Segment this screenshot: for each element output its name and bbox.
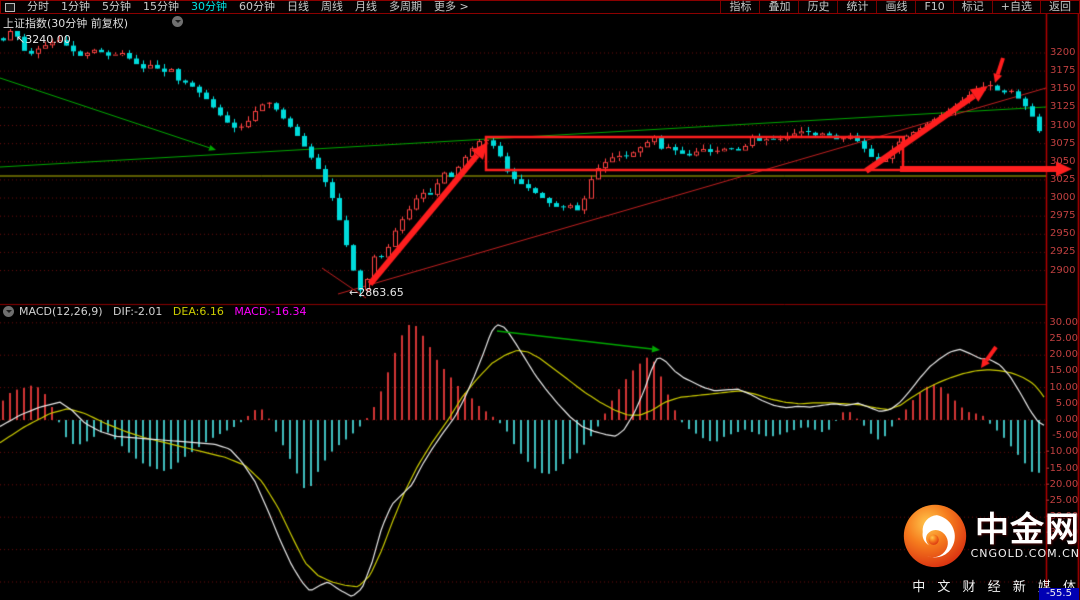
timeframe-item-分时[interactable]: 分时 (21, 1, 55, 13)
macd-tick-30.00: 30.00 (1046, 317, 1078, 328)
macd-macd-value: MACD:-16.34 (234, 305, 306, 318)
timeframe-item-更多 >[interactable]: 更多 > (428, 1, 475, 13)
timeframe-item-月线[interactable]: 月线 (349, 1, 383, 13)
macd-tick-15.00: 15.00 (1046, 365, 1078, 376)
window-icon[interactable] (5, 3, 15, 12)
tool-item-叠加[interactable]: 叠加 (759, 1, 798, 13)
timeframe-item-多周期[interactable]: 多周期 (383, 1, 428, 13)
macd-tick-20.00: 20.00 (1046, 349, 1078, 360)
tool-item-返回[interactable]: 返回 (1040, 1, 1079, 13)
macd-dea-value: DEA:6.16 (173, 305, 224, 318)
timeframe-menu: 分时1分钟5分钟15分钟30分钟60分钟日线周线月线多周期更多 > (21, 1, 475, 13)
timeframe-item-15分钟[interactable]: 15分钟 (137, 1, 185, 13)
timeframe-item-30分钟[interactable]: 30分钟 (185, 1, 233, 13)
low-price-annotation: ←2863.65 (349, 286, 404, 299)
price-chart-title: 上证指数(30分钟 前复权) (3, 15, 128, 31)
price-tick-3175: 3175 (1050, 65, 1080, 76)
price-tick-3000: 3000 (1050, 192, 1080, 203)
macd-tick-10.00: 10.00 (1046, 382, 1078, 393)
price-tick-2950: 2950 (1050, 228, 1080, 239)
cngold-logo-name: 中金网 (971, 515, 1080, 545)
tool-item-画线[interactable]: 画线 (876, 1, 915, 13)
price-tick-3150: 3150 (1050, 83, 1080, 94)
macd-tick--20.00: -20.00 (1046, 479, 1078, 490)
timeframe-item-5分钟[interactable]: 5分钟 (96, 1, 137, 13)
macd-indicator-label: MACD(12,26,9) (19, 305, 103, 318)
macd-tick--10.00: -10.00 (1046, 446, 1078, 457)
cngold-watermark: 中金网 CNGOLD.COM.CN 中 文 财 经 新 媒 体 (910, 501, 1080, 595)
price-tick-3075: 3075 (1050, 138, 1080, 149)
price-tick-2975: 2975 (1050, 210, 1080, 221)
tool-item-标记[interactable]: 标记 (953, 1, 992, 13)
timeframe-item-60分钟[interactable]: 60分钟 (233, 1, 281, 13)
tools-menu: 指标叠加历史统计画线F10标记+自选返回 (720, 1, 1079, 13)
macd-label-row: MACD(12,26,9) DIF:-2.01 DEA:6.16 MACD:-1… (19, 305, 307, 318)
timeframe-item-1分钟[interactable]: 1分钟 (55, 1, 96, 13)
macd-tick-0.00: 0.00 (1046, 414, 1078, 425)
timeframe-item-周线[interactable]: 周线 (315, 1, 349, 13)
macd-tick--5.00: -5.00 (1046, 430, 1078, 441)
macd-dif-value: DIF:-2.01 (113, 305, 162, 318)
collapse-price-panel-icon[interactable] (172, 16, 183, 27)
price-tick-3100: 3100 (1050, 120, 1080, 131)
price-tick-2925: 2925 (1050, 246, 1080, 257)
macd-tick-25.00: 25.00 (1046, 333, 1078, 344)
price-tick-3050: 3050 (1050, 156, 1080, 167)
tool-item-历史[interactable]: 历史 (798, 1, 837, 13)
price-tick-3025: 3025 (1050, 174, 1080, 185)
price-tick-3125: 3125 (1050, 101, 1080, 112)
tool-item-F10[interactable]: F10 (915, 1, 952, 13)
macd-tick-5.00: 5.00 (1046, 398, 1078, 409)
cngold-logo-icon (901, 501, 969, 573)
price-tick-3200: 3200 (1050, 47, 1080, 58)
toolbar: 分时1分钟5分钟15分钟30分钟60分钟日线周线月线多周期更多 > 指标叠加历史… (0, 0, 1080, 14)
tool-item-+自选[interactable]: +自选 (992, 1, 1040, 13)
price-tick-2900: 2900 (1050, 265, 1080, 276)
app-window: 分时1分钟5分钟15分钟30分钟60分钟日线周线月线多周期更多 > 指标叠加历史… (0, 0, 1080, 600)
macd-tick--15.00: -15.00 (1046, 463, 1078, 474)
collapse-macd-panel-icon[interactable] (3, 306, 14, 317)
high-price-annotation: ↖3240.00 (16, 33, 71, 46)
tool-item-统计[interactable]: 统计 (837, 1, 876, 13)
status-value: -55.5 (1039, 588, 1079, 600)
cngold-logo-domain: CNGOLD.COM.CN (971, 547, 1080, 560)
tool-item-指标[interactable]: 指标 (720, 1, 759, 13)
timeframe-item-日线[interactable]: 日线 (281, 1, 315, 13)
